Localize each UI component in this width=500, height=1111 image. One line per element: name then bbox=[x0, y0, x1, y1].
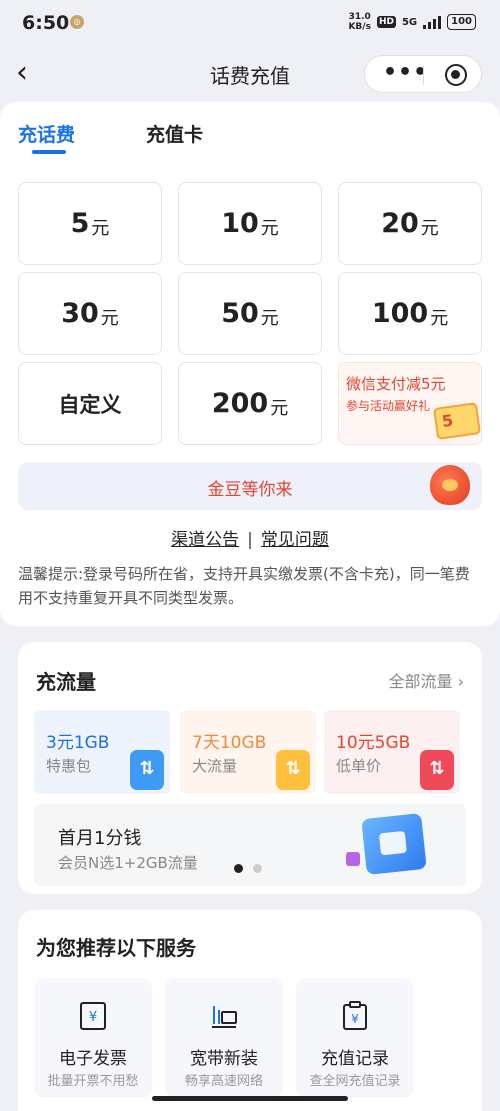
notification-icon: ◎ bbox=[70, 15, 84, 29]
capsule-divider bbox=[423, 65, 424, 85]
box-illustration bbox=[361, 813, 427, 875]
reminder-text: 温馨提示:登录号码所在省，支持开具实缴发票(不含卡充)，同一笔费用不支持重复开具… bbox=[18, 565, 470, 607]
tab-phone-bill[interactable]: 充话费 bbox=[18, 120, 75, 147]
section-title: 充流量 bbox=[36, 670, 96, 694]
voucher-icon: 5 bbox=[432, 402, 481, 440]
wechat-pay-promo[interactable]: 微信支付减5元 参与活动赢好礼 5 bbox=[338, 362, 482, 445]
money-bag-icon bbox=[430, 465, 470, 505]
promo-title: 微信支付减5元 bbox=[346, 375, 446, 393]
phone-data-icon bbox=[130, 750, 164, 790]
banner-title: 首月1分钱 bbox=[58, 828, 142, 849]
status-time: 6:50 bbox=[22, 12, 70, 34]
gold-bean-banner[interactable]: 金豆等你来 bbox=[18, 462, 482, 510]
data-plan-card: 充流量 全部流量 › 3元1GB 特惠包 7天10GB 大流量 10元5GB 低… bbox=[18, 642, 482, 894]
faq-link[interactable]: 常见问题 bbox=[261, 530, 329, 550]
status-bar: 6:50 ◎ 31.0 KB/s HD 5G 100 bbox=[0, 0, 500, 50]
amount-option[interactable]: 100 元 bbox=[338, 272, 482, 355]
services-card: 为您推荐以下服务 ¥ 电子发票 批量开票不用愁 宽带新装 畅享高速网络 ¥ 充值… bbox=[18, 910, 482, 1111]
signal-icon bbox=[423, 15, 442, 29]
recharge-card: 充话费 充值卡 5元 10 元 20 元 30 元 50 元 100 元 自定义 200 元… bbox=[0, 102, 500, 626]
section-title: 为您推荐以下服务 bbox=[36, 936, 196, 960]
gift-data-icon bbox=[276, 750, 310, 790]
link-divider: | bbox=[247, 530, 253, 550]
amount-option[interactable]: 5元 bbox=[18, 182, 162, 265]
service-e-invoice[interactable]: ¥ 电子发票 批量开票不用愁 bbox=[34, 978, 152, 1098]
status-right: 31.0 KB/s HD 5G 100 bbox=[348, 12, 476, 32]
carousel-dots bbox=[234, 864, 262, 873]
broadband-icon bbox=[212, 1006, 237, 1028]
data-pack-option[interactable]: 7天10GB 大流量 bbox=[180, 710, 316, 794]
gift-icon bbox=[346, 852, 360, 866]
envelope-data-icon bbox=[420, 750, 454, 790]
gold-bean-text: 金豆等你来 bbox=[207, 480, 293, 500]
hd-icon: HD bbox=[376, 16, 396, 28]
service-recharge-record[interactable]: ¥ 充值记录 查全网充值记录 bbox=[296, 978, 414, 1098]
net-speed: 31.0 KB/s bbox=[348, 12, 371, 32]
amount-option[interactable]: 30 元 bbox=[18, 272, 162, 355]
channel-notice-link[interactable]: 渠道公告 bbox=[171, 530, 239, 550]
invoice-icon: ¥ bbox=[80, 1002, 106, 1030]
tab-recharge-card[interactable]: 充值卡 bbox=[146, 120, 203, 147]
tab-underline bbox=[32, 150, 66, 154]
banner-subtitle: 会员N选1+2GB流量 bbox=[58, 854, 198, 872]
network-type: 5G bbox=[401, 16, 418, 28]
miniprogram-capsule: ••• bbox=[364, 55, 482, 93]
amount-option[interactable]: 200 元 bbox=[178, 362, 322, 445]
home-indicator[interactable] bbox=[152, 1096, 348, 1101]
data-pack-option[interactable]: 3元1GB 特惠包 bbox=[34, 710, 170, 794]
battery-icon: 100 bbox=[447, 14, 476, 30]
all-data-link[interactable]: 全部流量 › bbox=[389, 668, 465, 692]
svg-text:¥: ¥ bbox=[89, 1010, 97, 1025]
svg-text:¥: ¥ bbox=[351, 1012, 359, 1026]
more-icon[interactable]: ••• bbox=[383, 62, 428, 84]
custom-amount-option[interactable]: 自定义 bbox=[18, 362, 162, 445]
promo-subtitle: 参与活动赢好礼 bbox=[346, 399, 431, 413]
promo-banner[interactable]: 首月1分钱 会员N选1+2GB流量 bbox=[34, 804, 466, 886]
help-links: 渠道公告 | 常见问题 bbox=[0, 525, 500, 550]
amount-option[interactable]: 50 元 bbox=[178, 272, 322, 355]
record-icon: ¥ bbox=[343, 1001, 367, 1030]
service-broadband[interactable]: 宽带新装 畅享高速网络 bbox=[165, 978, 283, 1098]
nav-bar: ‹ 话费充值 ••• bbox=[0, 50, 500, 98]
amount-option[interactable]: 20 元 bbox=[338, 182, 482, 265]
data-pack-option[interactable]: 10元5GB 低单价 bbox=[324, 710, 460, 794]
close-miniprogram-icon[interactable] bbox=[445, 64, 467, 86]
amount-option[interactable]: 10 元 bbox=[178, 182, 322, 265]
